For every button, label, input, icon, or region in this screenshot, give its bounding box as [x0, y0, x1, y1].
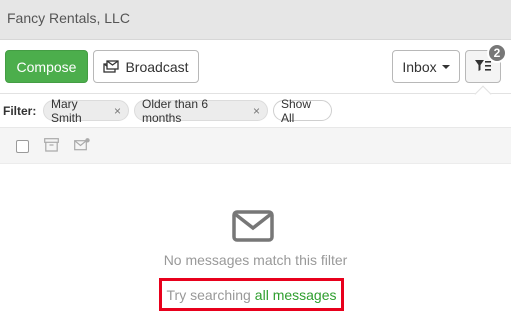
- chevron-down-icon: [441, 64, 450, 69]
- filter-icon: [475, 59, 491, 75]
- show-all-button[interactable]: Show All: [273, 97, 332, 125]
- empty-state-message: No messages match this filter: [163, 252, 348, 268]
- envelope-icon: [232, 210, 274, 247]
- filter-chip-label: Older than 6 months: [142, 96, 209, 125]
- filter-chip-contact: Mary Smith ×: [43, 97, 129, 125]
- filter-bar: Filter: Mary Smith × Older than 6 months…: [0, 94, 511, 128]
- filter-chip-label: Mary Smith: [51, 96, 82, 125]
- compose-button[interactable]: Compose: [5, 50, 88, 83]
- filter-count-badge: 2: [487, 43, 507, 63]
- app-header: Fancy Rentals, LLC: [0, 0, 511, 40]
- mark-unread-icon[interactable]: [74, 138, 90, 156]
- account-title: Fancy Rentals, LLC: [7, 10, 130, 26]
- remove-filter-icon[interactable]: ×: [253, 104, 260, 118]
- try-search-hint: Try searching all messages: [159, 278, 344, 311]
- all-messages-link[interactable]: all messages: [255, 287, 337, 303]
- inbox-label: Inbox: [402, 58, 437, 75]
- toolbar: Compose Broadcast Inbox: [0, 40, 511, 94]
- archive-icon[interactable]: [44, 138, 59, 157]
- bulk-action-bar: [0, 128, 511, 164]
- filter-label: Filter:: [3, 104, 37, 118]
- inbox-dropdown[interactable]: Inbox: [392, 50, 460, 83]
- broadcast-icon: [103, 59, 120, 74]
- try-search-prefix: Try searching: [166, 286, 251, 303]
- broadcast-button[interactable]: Broadcast: [93, 50, 199, 83]
- filter-chip-age: Older than 6 months ×: [134, 97, 268, 125]
- remove-filter-icon[interactable]: ×: [114, 104, 121, 118]
- broadcast-label: Broadcast: [125, 58, 189, 75]
- select-all-checkbox[interactable]: [16, 140, 29, 153]
